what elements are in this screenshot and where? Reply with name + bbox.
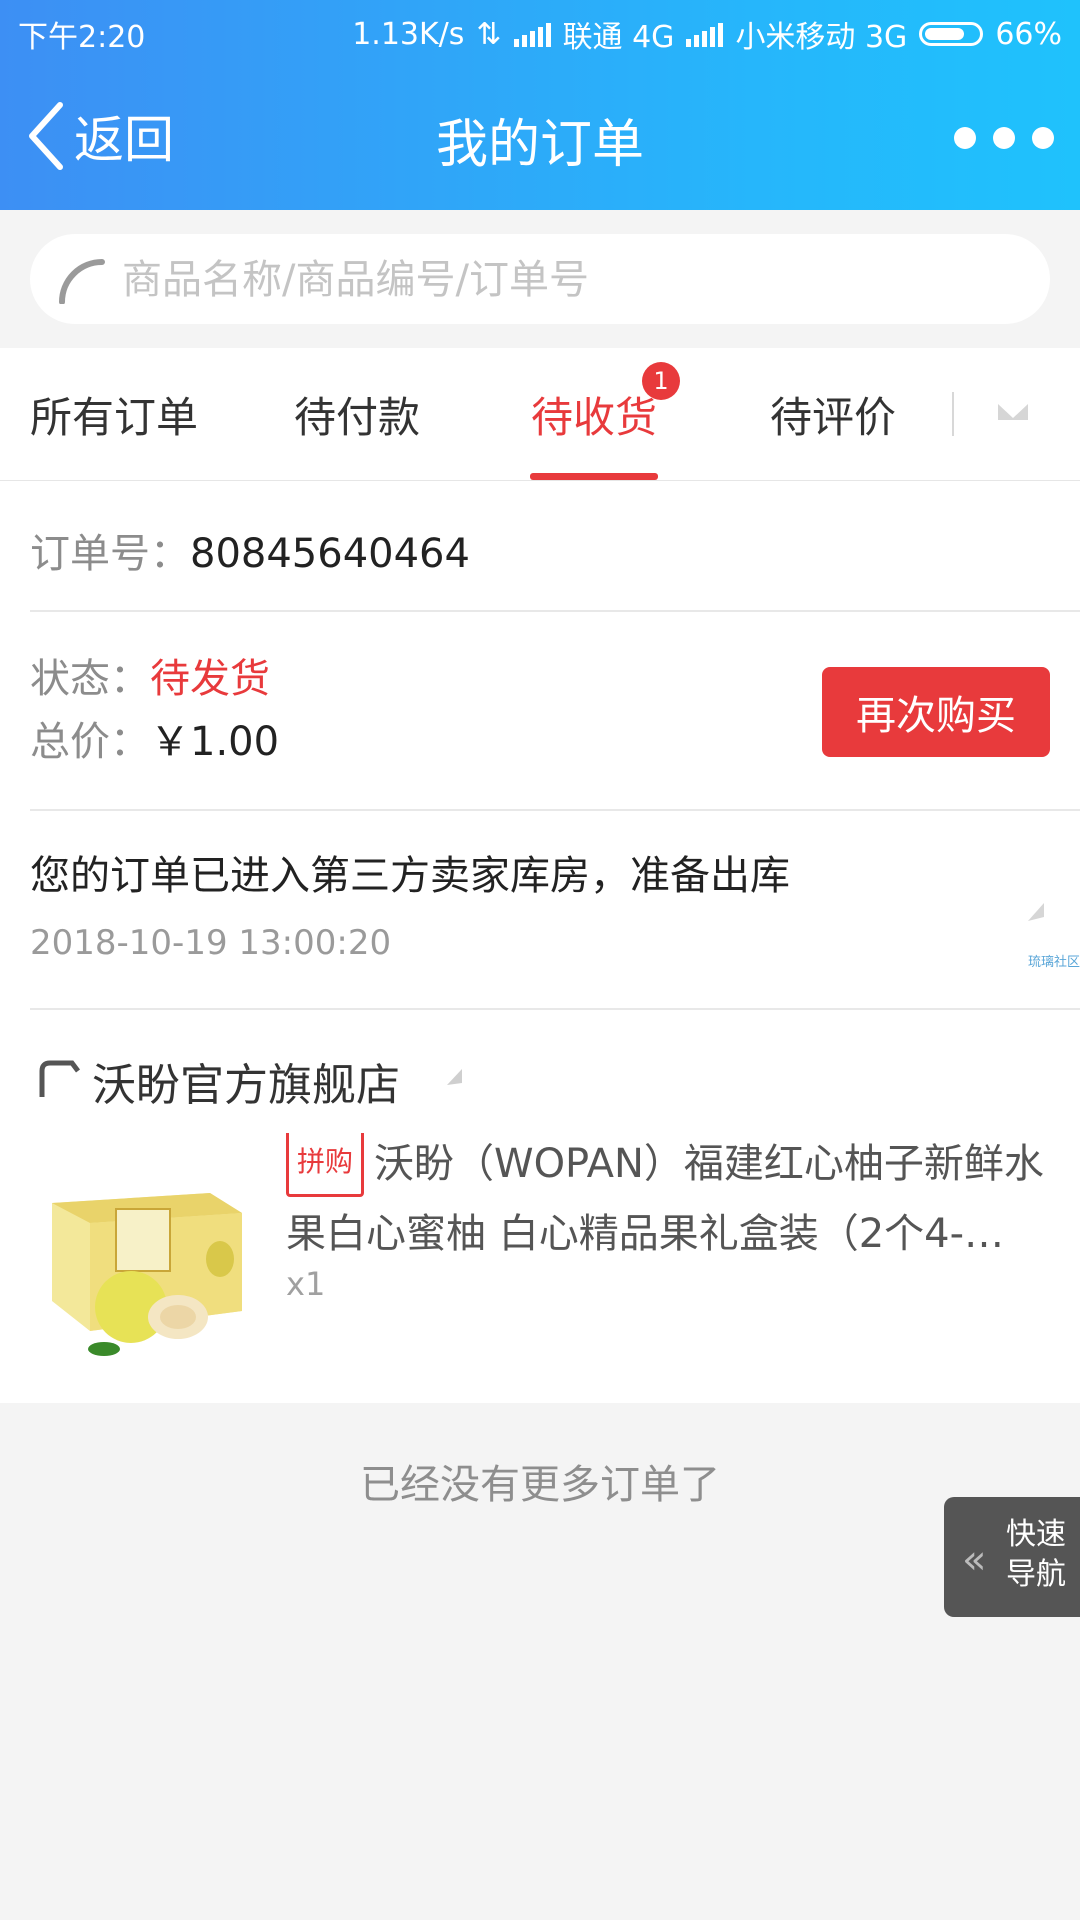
- status-indicators: 1.13K/s ⇅ 联通 4G 小米移动 3G 66%: [352, 12, 1062, 56]
- divider: [30, 1008, 1080, 1010]
- chevron-right-icon[interactable]: [1024, 895, 1048, 925]
- order-number-label: 订单号：: [30, 531, 190, 577]
- signal-icon: [686, 21, 724, 47]
- search-input[interactable]: [120, 234, 1004, 326]
- quick-nav-line2: 导航: [1006, 1557, 1066, 1592]
- tracking-time: 2018-10-19 13:00:20: [30, 923, 392, 963]
- status-value: 待发货: [150, 656, 270, 702]
- product-quantity: x1: [286, 1265, 326, 1303]
- tab-label: 待付款: [294, 392, 421, 442]
- tab-all-orders[interactable]: 所有订单: [30, 348, 198, 480]
- no-more-orders-text: 已经没有更多订单了: [360, 1462, 720, 1508]
- total-row: 总价：￥1.00: [30, 709, 279, 767]
- search-icon: [59, 259, 105, 304]
- tab-label: 待收货: [530, 392, 657, 442]
- active-tab-underline: [530, 473, 658, 480]
- chevron-down-icon[interactable]: [996, 400, 1030, 424]
- store-icon: [39, 1060, 80, 1097]
- order-tabs: 所有订单 待付款 待收货 1 待评价: [0, 348, 1080, 481]
- status-row: 状态：待发货: [30, 646, 270, 704]
- group-buy-tag: 拼购: [286, 1133, 365, 1197]
- total-label: 总价：: [30, 719, 150, 765]
- order-number-row: 订单号：80845640464: [30, 521, 470, 579]
- more-dot-icon: [954, 127, 976, 149]
- divider: [30, 809, 1080, 811]
- carrier-2: 小米移动 3G: [735, 20, 908, 55]
- tab-badge: 1: [642, 362, 680, 400]
- product-title[interactable]: 拼购 沃盼（WOPAN）福建红心柚子新鲜水果白心蜜柚 白心精品果礼盒装（2个4-…: [286, 1133, 1056, 1257]
- tracking-message[interactable]: 您的订单已进入第三方卖家库房，准备出库: [30, 843, 790, 901]
- more-menu-button[interactable]: [954, 118, 1054, 158]
- tab-label: 待评价: [770, 392, 897, 442]
- status-label: 状态：: [30, 656, 150, 702]
- quick-nav-line1: 快速: [1006, 1517, 1066, 1552]
- chevron-right-icon[interactable]: [444, 1063, 466, 1089]
- order-card[interactable]: 订单号：80845640464 状态：待发货 总价：￥1.00 再次购买 您的订…: [0, 481, 1080, 1403]
- quick-nav-button[interactable]: « 快速 导航: [944, 1497, 1080, 1617]
- more-dot-icon: [1032, 127, 1054, 149]
- app-header: 下午2:20 1.13K/s ⇅ 联通 4G 小米移动 3G 66% 返回 我的…: [0, 0, 1080, 210]
- double-chevron-left-icon: «: [962, 1537, 987, 1583]
- rebuy-button[interactable]: 再次购买: [822, 667, 1050, 757]
- tab-label: 所有订单: [30, 392, 199, 442]
- tab-pending-receipt[interactable]: 待收货 1: [530, 348, 680, 480]
- signal-icon: [513, 21, 551, 47]
- watermark: 琉璃社区: [1027, 955, 1080, 970]
- tab-divider: [952, 392, 954, 436]
- product-image[interactable]: [30, 1141, 255, 1366]
- search-box[interactable]: [30, 234, 1050, 326]
- more-dot-icon: [993, 127, 1015, 149]
- store-name[interactable]: 沃盼官方旗舰店: [92, 1049, 400, 1113]
- order-number: 80845640464: [190, 531, 470, 577]
- nav-bar: 返回 我的订单: [0, 62, 1080, 210]
- product-title-text: 沃盼（WOPAN）福建红心柚子新鲜水果白心蜜柚 白心精品果礼盒装（2个4-…: [286, 1141, 1044, 1257]
- status-bar: 下午2:20 1.13K/s ⇅ 联通 4G 小米移动 3G 66%: [0, 0, 1080, 62]
- data-arrows-icon: ⇅: [476, 16, 502, 52]
- battery-icon: [919, 22, 984, 46]
- tab-pending-review[interactable]: 待评价: [770, 348, 896, 480]
- net-speed: 1.13K/s: [352, 16, 465, 52]
- battery-percent: 66%: [995, 16, 1062, 52]
- search-area: [0, 210, 1080, 348]
- divider: [30, 610, 1080, 612]
- carrier-1: 联通 4G: [562, 20, 675, 55]
- page-title: 我的订单: [435, 115, 644, 175]
- quick-nav-label: 快速 导航: [1006, 1515, 1066, 1595]
- tab-pending-payment[interactable]: 待付款: [294, 348, 420, 480]
- status-time: 下午2:20: [18, 20, 146, 55]
- total-price: ￥1.00: [150, 719, 280, 765]
